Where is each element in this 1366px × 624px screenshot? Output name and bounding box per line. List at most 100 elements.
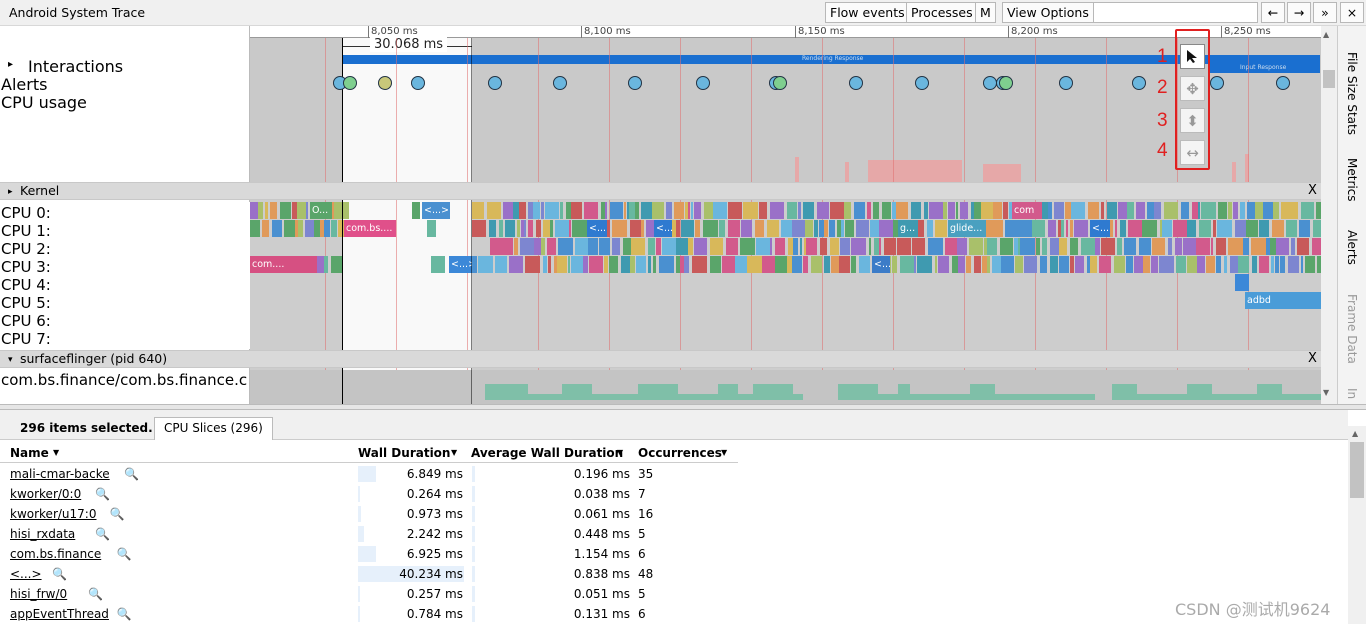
cpu-slice[interactable] <box>1211 238 1213 255</box>
cpu-slice[interactable] <box>623 238 631 255</box>
cpu-slice[interactable] <box>710 256 721 273</box>
cpu-slice[interactable] <box>811 256 822 273</box>
cpu-slice[interactable] <box>1118 202 1127 219</box>
cpu3-slice[interactable]: com.... <box>250 256 317 273</box>
cpu-slice[interactable] <box>541 238 545 255</box>
cpu-slice[interactable] <box>1120 220 1126 237</box>
cpu-slice[interactable] <box>1281 220 1284 237</box>
cpu-slice[interactable] <box>558 238 573 255</box>
tab-alerts[interactable]: Alerts <box>1345 230 1359 265</box>
cpu-slice[interactable] <box>824 256 830 273</box>
cpu-slice[interactable] <box>1299 220 1310 237</box>
cpu-slice[interactable] <box>636 256 646 273</box>
cpu-slice[interactable] <box>1136 202 1145 219</box>
cpu-slice[interactable] <box>1173 220 1187 237</box>
cpu-slice[interactable] <box>895 256 897 273</box>
cpu-slice[interactable] <box>775 256 787 273</box>
cpu-slice[interactable] <box>431 256 445 273</box>
cpu-slice[interactable] <box>840 238 850 255</box>
cpu-slice[interactable] <box>572 220 587 237</box>
cpu-slice[interactable] <box>844 202 851 219</box>
cpu-slice[interactable] <box>956 202 958 219</box>
sort-icon[interactable]: ▼ <box>617 443 623 463</box>
cpu-slice[interactable] <box>427 220 436 237</box>
scroll-down-icon[interactable]: ▼ <box>1323 388 1329 397</box>
cpu-slice[interactable] <box>1259 256 1269 273</box>
cpu-slice[interactable] <box>897 238 911 255</box>
cpu-slice[interactable] <box>681 220 694 237</box>
cpu-slice[interactable] <box>824 220 828 237</box>
cpu-slice[interactable] <box>1263 202 1273 219</box>
cpu-slice[interactable] <box>992 256 1001 273</box>
cpu-slice[interactable] <box>262 220 269 237</box>
processes-button[interactable]: Processes <box>906 2 978 23</box>
cpu-slice[interactable] <box>938 256 949 273</box>
cpu-slice[interactable] <box>854 202 865 219</box>
cpu-slice[interactable] <box>1101 238 1115 255</box>
expand-icon[interactable]: ▸ <box>8 184 13 200</box>
table-row[interactable]: <...> 🔍 40.234 ms 0.838 ms 48 <box>0 564 740 584</box>
cpu-slice[interactable] <box>688 238 693 255</box>
cpu-slice[interactable] <box>1224 256 1227 273</box>
search-icon[interactable]: 🔍 <box>88 584 103 604</box>
cpu-slice[interactable] <box>911 202 921 219</box>
cpu-slice[interactable] <box>1272 220 1281 237</box>
cpu-slice[interactable] <box>873 202 879 219</box>
cpu-slice[interactable] <box>297 202 306 219</box>
cpu-slice[interactable] <box>830 202 844 219</box>
col-wall-duration[interactable]: Wall Duration <box>358 443 450 463</box>
cpu-slice[interactable] <box>856 220 869 237</box>
cpu-slice[interactable] <box>735 256 747 273</box>
cpu-slice[interactable] <box>1095 238 1100 255</box>
cpu-slice[interactable] <box>472 256 477 273</box>
cpu-slice[interactable] <box>1071 202 1085 219</box>
search-icon[interactable]: 🔍 <box>95 484 110 504</box>
cpu-slice[interactable] <box>867 202 871 219</box>
cpu-slice[interactable] <box>829 220 835 237</box>
cpu-slice[interactable] <box>1147 202 1154 219</box>
cpu-slice[interactable] <box>1001 256 1014 273</box>
cpu-slice[interactable] <box>662 238 676 255</box>
cpu-slice[interactable] <box>517 220 520 237</box>
cpu-slice[interactable] <box>1115 220 1117 237</box>
cpu-slice[interactable] <box>1240 202 1245 219</box>
cpu-slice[interactable] <box>743 202 758 219</box>
cpu-slice[interactable] <box>1019 220 1032 237</box>
cpu-slice[interactable] <box>1217 220 1232 237</box>
alert-marker-icon[interactable] <box>488 76 502 90</box>
cpu-slice[interactable] <box>575 238 588 255</box>
cpu-slice[interactable] <box>1020 238 1035 255</box>
cpu-slice[interactable] <box>879 220 893 237</box>
cpu-slice[interactable] <box>879 238 881 255</box>
cpu-slice[interactable] <box>659 256 674 273</box>
cpu-slice[interactable] <box>605 202 607 219</box>
cpu1-slice[interactable]: <... <box>587 220 607 237</box>
cpu-slice[interactable] <box>630 220 641 237</box>
cpu-slice[interactable] <box>943 202 947 219</box>
cpu-slice[interactable] <box>900 256 914 273</box>
cpu-slice[interactable] <box>548 256 551 273</box>
cpu-slice[interactable] <box>817 202 829 219</box>
cpu-slice[interactable] <box>1048 220 1056 237</box>
cpu-slice[interactable] <box>305 220 314 237</box>
cpu-slice[interactable] <box>1075 256 1084 273</box>
cpu-slice[interactable] <box>896 202 908 219</box>
cpu-slice[interactable] <box>1238 256 1249 273</box>
cpu-slice[interactable] <box>547 238 556 255</box>
col-name[interactable]: Name <box>10 443 49 463</box>
cpu-slice[interactable] <box>612 220 627 237</box>
cpu-slice[interactable] <box>1213 220 1216 237</box>
cpu-slice[interactable] <box>478 256 493 273</box>
alert-marker-icon[interactable] <box>849 76 863 90</box>
cpu-slice[interactable] <box>676 238 688 255</box>
cpu-slice[interactable] <box>1066 220 1068 237</box>
slice-name-link[interactable]: mali-cmar-backe <box>10 464 110 484</box>
cpu-slice[interactable] <box>674 202 684 219</box>
search-icon[interactable]: 🔍 <box>117 544 132 564</box>
alert-marker-icon[interactable] <box>983 76 997 90</box>
close-button[interactable]: × <box>1340 2 1364 23</box>
zoom-tool-icon[interactable]: ⬍ <box>1180 108 1205 133</box>
cpu-slice[interactable] <box>1312 238 1321 255</box>
cpu-slice[interactable] <box>560 202 563 219</box>
cpu-slice[interactable] <box>728 202 742 219</box>
